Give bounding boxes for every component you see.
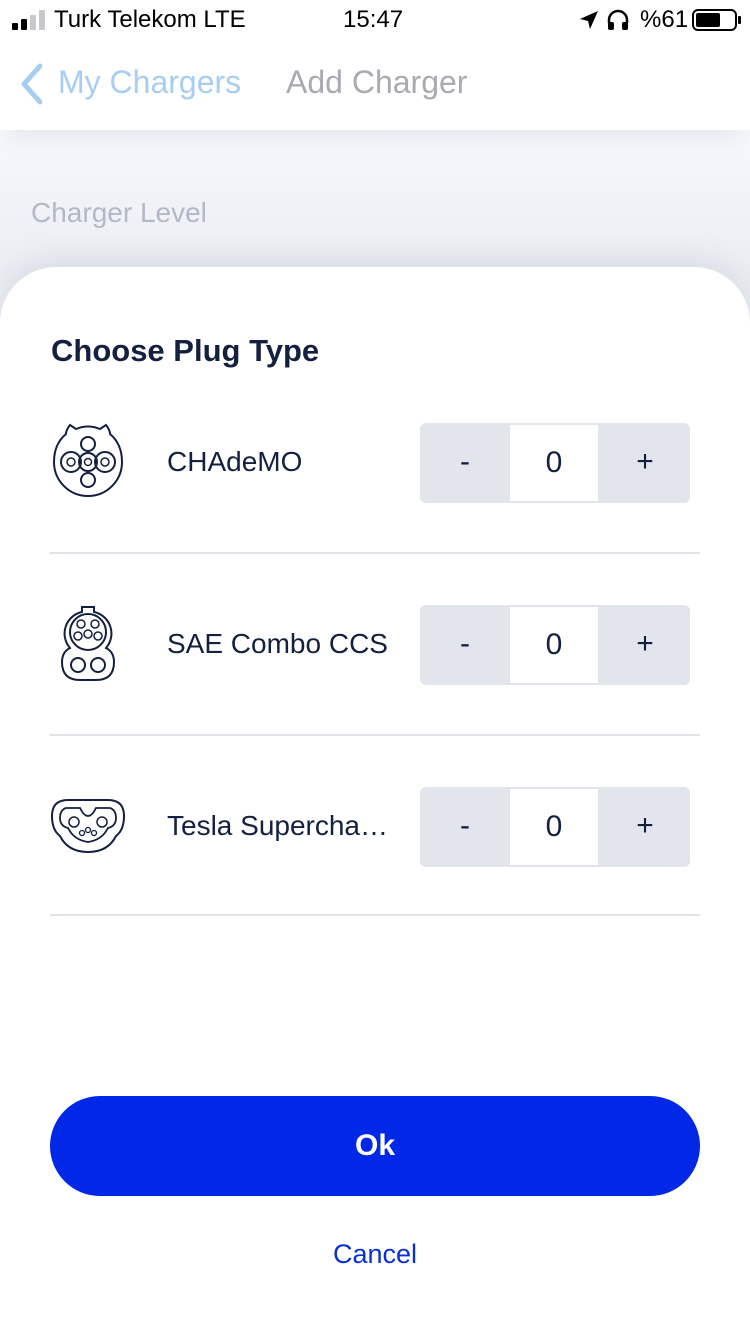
battery-icon — [692, 9, 741, 31]
quantity-value[interactable]: 0 — [510, 789, 598, 865]
quantity-value[interactable]: 0 — [510, 425, 598, 501]
location-arrow-icon — [580, 11, 598, 29]
back-button[interactable]: My Chargers — [58, 64, 241, 101]
increment-button[interactable]: + — [600, 787, 690, 867]
tesla-plug-icon — [50, 799, 126, 854]
navigation-bar: My Chargers Add Charger — [0, 40, 750, 130]
charger-level-label: Charger Level — [31, 197, 207, 228]
decrement-button[interactable]: - — [420, 423, 510, 503]
page-title: Add Charger — [286, 64, 468, 100]
quantity-stepper: - 0 + — [420, 423, 690, 503]
cancel-button[interactable]: Cancel — [0, 1239, 750, 1270]
battery-percent: %61 — [640, 6, 689, 33]
back-chevron-icon[interactable] — [18, 62, 46, 106]
quantity-value[interactable]: 0 — [510, 607, 598, 683]
sheet-title: Choose Plug Type — [51, 333, 320, 368]
carrier-label: Turk Telekom LTE — [54, 6, 246, 33]
headphones-icon — [607, 9, 629, 30]
cellular-signal-icon — [12, 10, 45, 30]
quantity-stepper: - 0 + — [420, 787, 690, 867]
increment-button[interactable]: + — [600, 423, 690, 503]
plug-name: SAE Combo CCS — [167, 628, 388, 659]
chademo-plug-icon — [52, 423, 124, 497]
status-bar: Turk Telekom LTE 15:47 %61 — [0, 0, 750, 40]
quantity-stepper: - 0 + — [420, 605, 690, 685]
plug-row-tesla: Tesla Supercharger - 0 + — [50, 736, 700, 916]
ccs-combo-plug-icon — [60, 606, 116, 681]
clock: 15:47 — [343, 6, 404, 33]
plug-row-chademo: CHAdeMO - 0 + — [50, 372, 700, 554]
ok-button[interactable]: Ok — [50, 1096, 700, 1196]
decrement-button[interactable]: - — [420, 787, 510, 867]
plug-name: Tesla Supercharger — [167, 810, 397, 841]
decrement-button[interactable]: - — [420, 605, 510, 685]
increment-button[interactable]: + — [600, 605, 690, 685]
plug-row-ccs: SAE Combo CCS - 0 + — [50, 554, 700, 736]
plug-name: CHAdeMO — [167, 446, 303, 477]
plug-type-sheet: Choose Plug Type CHAdeMO - 0 + SAE Combo… — [0, 267, 750, 1334]
